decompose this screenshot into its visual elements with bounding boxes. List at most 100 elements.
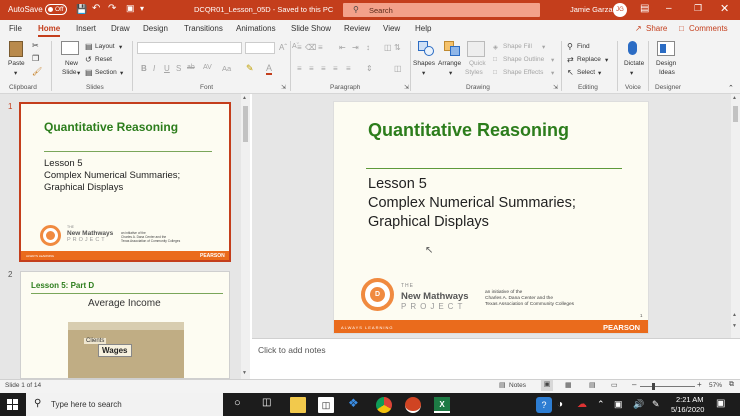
tab-insert[interactable]: Insert (76, 24, 96, 33)
scrollbar-thumb[interactable] (243, 106, 248, 142)
help-icon[interactable]: ? (536, 397, 552, 413)
undo-icon[interactable]: ↶ (92, 3, 100, 14)
zoom-level[interactable]: 57% (709, 382, 722, 389)
shapes-dropdown-icon[interactable]: ▾ (422, 69, 425, 77)
decrease-indent-icon[interactable]: ⇤ (339, 43, 346, 52)
next-slide-icon[interactable]: ▼ (732, 323, 737, 329)
search-box[interactable]: ⚲ Search (343, 3, 540, 17)
text-direction-icon[interactable]: ⇅ (394, 43, 401, 52)
quick-styles-icon[interactable] (467, 41, 485, 57)
taskbar-search-box[interactable]: ⚲ Type here to search (26, 393, 223, 416)
comments-button[interactable]: Comments (689, 24, 728, 33)
collapse-ribbon-icon[interactable]: ⌃ (728, 84, 734, 92)
shadow-button[interactable]: S (176, 64, 181, 73)
paste-icon[interactable] (9, 41, 23, 57)
notification-center-icon[interactable]: ▣ (716, 398, 725, 409)
slide-line1[interactable]: Lesson 5 (368, 176, 427, 192)
slideshow-view-icon[interactable]: ▭ (611, 381, 618, 389)
character-spacing-button[interactable]: AV (203, 64, 212, 71)
change-case-button[interactable]: Aa (222, 64, 231, 73)
strikethrough-button[interactable]: ab (187, 64, 195, 71)
notes-icon[interactable]: ▤ (499, 381, 506, 389)
section-button[interactable]: Section (95, 69, 117, 76)
scroll-up-icon[interactable]: ▲ (732, 95, 737, 101)
tab-design[interactable]: Design (143, 24, 168, 33)
slide-line3[interactable]: Graphical Displays (368, 214, 489, 230)
dropbox-icon[interactable]: ❖ (348, 396, 359, 410)
font-color-button[interactable]: A (266, 63, 273, 75)
select-dropdown-icon[interactable]: ▾ (598, 69, 601, 77)
italic-button[interactable]: I (153, 64, 155, 73)
layout-button[interactable]: Layout (95, 43, 115, 50)
dictate-button[interactable]: Dictate (624, 60, 644, 67)
shape-outline-button[interactable]: Shape Outline (503, 56, 544, 63)
shape-outline-dropdown-icon[interactable]: ▾ (551, 56, 554, 64)
taskbar-time[interactable]: 2:21 AM (676, 395, 704, 404)
normal-view-icon[interactable]: ▣ (541, 380, 553, 391)
minimize-icon[interactable]: – (666, 3, 672, 14)
shapes-button[interactable]: Shapes (413, 60, 435, 67)
editor-scrollbar[interactable]: ▲ ▲ ▼ (731, 94, 740, 338)
tab-file[interactable]: File (9, 24, 22, 33)
underline-button[interactable]: U (164, 64, 170, 73)
find-button[interactable]: Find (577, 43, 590, 50)
maximize-icon[interactable]: ❐ (694, 3, 702, 14)
bold-button[interactable]: B (141, 64, 147, 73)
thumbnail-scrollbar[interactable]: ▲ ▼ (241, 94, 250, 379)
design-ideas-label-2[interactable]: Ideas (659, 69, 675, 76)
network-icon[interactable]: ▣ (614, 399, 623, 410)
justify-icon[interactable]: ≡ (333, 64, 338, 73)
tab-help[interactable]: Help (415, 24, 431, 33)
bullets-icon[interactable]: ≡ (297, 43, 302, 52)
arrange-icon[interactable] (444, 41, 462, 57)
security-icon[interactable]: ◑ (557, 399, 563, 410)
redo-icon[interactable]: ↷ (108, 3, 116, 14)
comments-icon[interactable]: □ (679, 24, 684, 33)
font-dialog-launcher-icon[interactable]: ⇲ (281, 84, 286, 91)
drawing-dialog-launcher-icon[interactable]: ⇲ (553, 84, 558, 91)
copy-icon[interactable]: ❐ (32, 54, 39, 63)
volume-icon[interactable]: 🔊 (633, 399, 644, 410)
quick-styles-label-2[interactable]: Styles (465, 69, 483, 76)
zoom-slider-thumb[interactable] (652, 383, 655, 390)
ribbon-display-options-icon[interactable]: ▤ (640, 3, 649, 14)
shapes-icon[interactable] (418, 41, 436, 57)
shape-effects-dropdown-icon[interactable]: ▾ (551, 69, 554, 77)
start-slideshow-icon[interactable]: ▣ (126, 3, 135, 14)
scrollbar-thumb[interactable] (733, 106, 738, 122)
shape-fill-dropdown-icon[interactable]: ▾ (542, 43, 545, 51)
share-button[interactable]: Share (646, 24, 667, 33)
thumbnail-slide-1[interactable]: Quantitative Reasoning Lesson 5 Complex … (19, 102, 231, 262)
notes-button[interactable]: Notes (509, 382, 526, 389)
close-icon[interactable]: ✕ (720, 2, 729, 15)
format-painter-icon[interactable]: 🖌 (32, 67, 42, 76)
new-slide-label-1[interactable]: New (65, 60, 78, 67)
shape-fill-button[interactable]: Shape Fill (503, 43, 532, 50)
distributed-icon[interactable]: ≡ (346, 64, 351, 73)
numbering-icon[interactable]: ≡ (318, 43, 323, 52)
task-view-icon[interactable]: ◫ (262, 397, 271, 408)
paste-dropdown-icon[interactable]: ▾ (14, 69, 17, 77)
powerpoint-icon[interactable] (405, 397, 421, 413)
shape-effects-button[interactable]: Shape Effects (503, 69, 543, 76)
replace-button[interactable]: Replace (577, 56, 601, 63)
avatar[interactable]: JG (613, 3, 627, 17)
thumbnail-slide-2[interactable]: Lesson 5: Part D Average Income Clients … (20, 271, 230, 379)
arrange-dropdown-icon[interactable]: ▾ (449, 69, 452, 77)
taskbar-date[interactable]: 5/16/2020 (671, 405, 704, 414)
scroll-up-icon[interactable]: ▲ (242, 95, 247, 101)
tab-review[interactable]: Review (344, 24, 370, 33)
cut-icon[interactable]: ✂ (32, 41, 39, 50)
autosave-toggle[interactable]: Off (45, 4, 67, 15)
select-button[interactable]: Select (577, 69, 595, 76)
layout-dropdown-icon[interactable]: ▾ (119, 43, 122, 51)
share-icon[interactable]: ↗ (635, 24, 642, 33)
previous-slide-icon[interactable]: ▲ (732, 312, 737, 318)
tab-slide-show[interactable]: Slide Show (291, 24, 331, 33)
slide-title[interactable]: Quantitative Reasoning (368, 120, 569, 141)
dictate-dropdown-icon[interactable]: ▾ (630, 69, 633, 77)
slide-sorter-icon[interactable]: ▦ (565, 381, 572, 389)
pen-icon[interactable]: ✎ (652, 399, 660, 410)
increase-indent-icon[interactable]: ⇥ (352, 43, 359, 52)
paste-button[interactable]: Paste (8, 60, 25, 67)
